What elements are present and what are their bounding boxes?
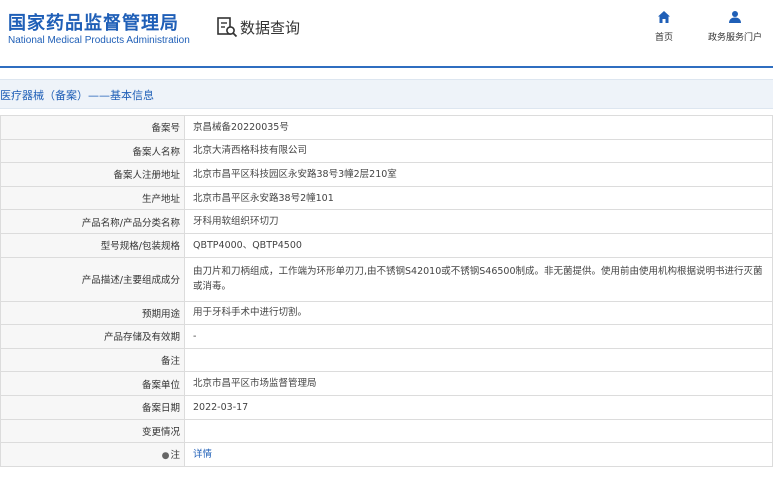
table-row: 产品描述/主要组成成分 由刀片和刀柄组成，工作端为环形单刃刀,由不锈钢S4201… xyxy=(0,256,773,302)
data-query-label: 数据查询 xyxy=(240,18,301,37)
site-logo-title[interactable]: 国家药品监督管理局 xyxy=(8,9,179,35)
site-header: 国家药品监督管理局 National Medical Products Admi… xyxy=(0,0,773,66)
row-value: 详情 xyxy=(184,442,773,467)
nav-home[interactable]: 首页 xyxy=(629,10,699,43)
row-label: 备案人名称 xyxy=(0,138,185,164)
note-label: 注 xyxy=(170,450,180,462)
row-value: 京昌械备20220035号 xyxy=(184,115,773,140)
table-row: 生产地址 北京市昌平区永安路38号2幢101 xyxy=(0,185,773,211)
row-label: 备注 xyxy=(0,347,185,373)
table-row: 备案人注册地址 北京市昌平区科技园区永安路38号3幢2层210室 xyxy=(0,162,773,187)
data-query-title: 数据查询 xyxy=(216,14,300,40)
row-label: 产品描述/主要组成成分 xyxy=(0,256,185,302)
basic-info-table: 备案号 京昌械备20220035号 备案人名称 北京大清西格科技有限公司 备案人… xyxy=(0,115,773,467)
row-value: 北京市昌平区永安路38号2幢101 xyxy=(184,185,773,211)
table-row: 备案单位 北京市昌平区市场监督管理局 xyxy=(0,371,773,396)
table-row: 备注 xyxy=(0,347,773,373)
document-search-icon xyxy=(217,17,238,38)
row-value: 牙科用软组织环切刀 xyxy=(184,209,773,234)
row-value: QBTP4000、QBTP4500 xyxy=(184,232,773,258)
row-value xyxy=(184,347,773,373)
table-row: ●注 详情 xyxy=(0,442,773,467)
row-label: 产品名称/产品分类名称 xyxy=(0,209,185,234)
table-row: 产品名称/产品分类名称 牙科用软组织环切刀 xyxy=(0,209,773,234)
row-value: - xyxy=(184,324,773,349)
row-value: 2022-03-17 xyxy=(184,394,773,420)
user-icon xyxy=(729,11,741,23)
site-logo-subtitle: National Medical Products Administration xyxy=(8,35,190,46)
row-label: 产品存储及有效期 xyxy=(0,324,185,349)
row-value: 北京大清西格科技有限公司 xyxy=(184,138,773,164)
table-row: 型号规格/包装规格 QBTP4000、QBTP4500 xyxy=(0,232,773,258)
nav-home-label: 首页 xyxy=(654,33,673,43)
row-label: 生产地址 xyxy=(0,185,185,211)
row-label-note: ●注 xyxy=(0,442,185,467)
row-label: 备案人注册地址 xyxy=(0,162,185,187)
row-label: 型号规格/包装规格 xyxy=(0,232,185,258)
nav-government-portal[interactable]: 政务服务门户 xyxy=(700,10,770,43)
table-row: 产品存储及有效期 - xyxy=(0,324,773,349)
row-value: 用于牙科手术中进行切割。 xyxy=(184,300,773,326)
row-value: 北京市昌平区市场监督管理局 xyxy=(184,371,773,396)
row-label: 备案号 xyxy=(0,115,185,140)
header-divider xyxy=(0,66,773,68)
row-value: 北京市昌平区科技园区永安路38号3幢2层210室 xyxy=(184,162,773,187)
table-row: 备案号 京昌械备20220035号 xyxy=(0,115,773,140)
home-icon xyxy=(658,11,670,23)
section-title-bar: 医疗器械（备案）——基本信息 xyxy=(0,79,773,109)
section-title: 医疗器械（备案）——基本信息 xyxy=(0,89,154,102)
table-row: 变更情况 xyxy=(0,418,773,444)
row-label: 变更情况 xyxy=(0,418,185,444)
table-row: 备案人名称 北京大清西格科技有限公司 xyxy=(0,138,773,164)
row-label: 备案单位 xyxy=(0,371,185,396)
pin-icon: ● xyxy=(161,451,170,462)
details-link[interactable]: 详情 xyxy=(193,449,212,460)
row-label: 预期用途 xyxy=(0,300,185,326)
table-row: 备案日期 2022-03-17 xyxy=(0,394,773,420)
row-label: 备案日期 xyxy=(0,394,185,420)
nav-portal-label: 政务服务门户 xyxy=(707,33,762,43)
row-value: 由刀片和刀柄组成，工作端为环形单刃刀,由不锈钢S42010或不锈钢S46500制… xyxy=(184,256,773,302)
table-row: 预期用途 用于牙科手术中进行切割。 xyxy=(0,300,773,326)
row-value xyxy=(184,418,773,444)
